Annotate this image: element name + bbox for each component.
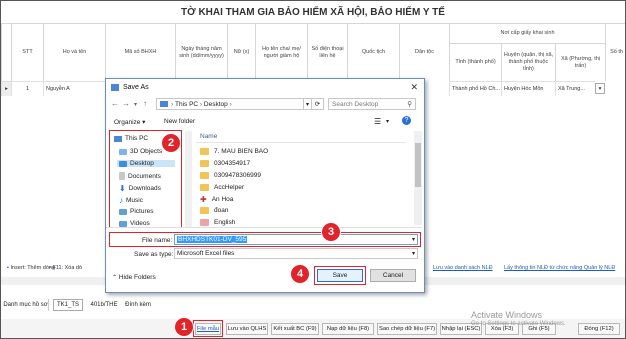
- ward-dropdown-button[interactable]: ▾: [595, 83, 605, 94]
- folder-icon: [200, 219, 209, 226]
- save-type-label: Save as type:: [134, 251, 174, 258]
- sao-chep-button[interactable]: Sao chép dữ liệu (F7): [377, 323, 437, 335]
- column-name-header[interactable]: Name: [200, 133, 217, 140]
- list-item[interactable]: đoan: [200, 207, 228, 214]
- dong-button[interactable]: Đóng (F12): [578, 323, 620, 335]
- new-folder-button[interactable]: New folder: [164, 118, 195, 125]
- page-title: TỜ KHAI THAM GIA BẢO HIỂM XÃ HỘI, BẢO HI…: [181, 7, 445, 18]
- list-item[interactable]: AccHelper: [200, 184, 244, 191]
- list-item[interactable]: 7. MAU BIEN BAO: [200, 148, 268, 155]
- link-save-employees[interactable]: Lưu vào danh sách NLĐ: [433, 265, 493, 271]
- view-dropdown-icon[interactable]: ▾: [386, 118, 389, 125]
- col-gender: Nữ (x): [227, 23, 255, 81]
- cell-name[interactable]: Nguyễn A: [43, 81, 105, 96]
- cell-ward[interactable]: Xã Trung...: [555, 81, 595, 96]
- annotation-badge-4: 4: [290, 264, 310, 284]
- annotation-badge-3: 3: [321, 222, 341, 242]
- luu-qlhs-button[interactable]: Lưu vào QLHS: [226, 323, 268, 335]
- list-item[interactable]: 0309478306999: [200, 172, 261, 179]
- tab-401b[interactable]: 401b/THE: [87, 299, 121, 311]
- refresh-icon[interactable]: ⟳: [312, 98, 324, 110]
- annotation-badge-1: 1: [174, 317, 194, 337]
- cell-district[interactable]: Huyện Hóc Môn: [501, 81, 555, 96]
- annotation-badge-2: 2: [161, 133, 181, 153]
- cancel-button[interactable]: Cancel: [370, 269, 416, 282]
- app-shortcut-icon: ✚: [200, 195, 207, 204]
- cell-province[interactable]: Thành phố Hồ Ch...: [449, 81, 501, 96]
- ket-xuat-button[interactable]: Kết xuất BC (F9): [271, 323, 319, 335]
- hint-f11: ▪ F11: Xóa dò: [49, 265, 83, 271]
- back-arrow-icon[interactable]: ←: [111, 99, 119, 108]
- tab-dinh-kem[interactable]: Đính kèm: [123, 299, 153, 311]
- watermark-line1: Activate Windows: [471, 310, 543, 320]
- header-divider: [196, 142, 406, 143]
- col-phone: Số điện thoại liên hệ: [307, 23, 347, 81]
- search-input[interactable]: Search Desktop ⚲: [328, 98, 416, 110]
- pc-icon: [160, 101, 168, 107]
- row-selector[interactable]: ▸: [1, 81, 11, 96]
- highlight-save: [314, 266, 366, 285]
- highlight-file-name: [109, 232, 421, 247]
- col-guardian: Họ tên cha/ mẹ/ người giám hộ: [255, 23, 307, 81]
- folder-icon: [200, 148, 209, 155]
- help-icon[interactable]: ?: [402, 116, 411, 125]
- dialog-toolbar: Organize ▾ New folder ☰ ▾ ?: [106, 115, 422, 129]
- highlight-file-mau: [193, 320, 223, 337]
- col-bhxh: Mã số BHXH: [105, 23, 175, 81]
- col-ethnicity: Dân tộc: [399, 23, 449, 81]
- col-nationality: Quốc tịch: [347, 23, 399, 81]
- folder-icon: [200, 160, 209, 167]
- col-province: Tỉnh (thành phố): [449, 43, 501, 81]
- col-stt: STT: [11, 23, 43, 81]
- search-icon: ⚲: [407, 101, 412, 108]
- divider: [106, 227, 422, 228]
- col-dob: Ngày tháng năm sinh (dd/mm/yyyy): [175, 23, 227, 81]
- list-item[interactable]: ✚ An Hoa: [200, 195, 233, 204]
- file-list: Name 7. MAU BIEN BAO 0304354917 03094783…: [196, 131, 416, 226]
- file-list-scrollbar[interactable]: [414, 131, 422, 225]
- link-get-employees[interactable]: Lấy thông tin NLĐ từ chức năng Quản lý N…: [504, 265, 615, 271]
- folder-icon: [200, 184, 209, 191]
- tab-tk1-ts[interactable]: TK1_TS: [53, 299, 83, 311]
- address-bar[interactable]: › This PC › Desktop ›: [156, 98, 304, 110]
- watermark-line2: Go to Settings to activate Windows.: [471, 321, 566, 327]
- dialog-title: Save As: [123, 83, 149, 91]
- col-birth-cert-group: Nơi cấp giấy khai sinh: [449, 23, 605, 43]
- dialog-titlebar: Save As: [106, 79, 424, 95]
- dialog-app-icon: [111, 83, 119, 91]
- breadcrumb-this-pc[interactable]: This PC: [175, 101, 198, 108]
- view-options-icon[interactable]: ☰: [374, 117, 381, 126]
- col-extra: Số th: [605, 23, 625, 81]
- folder-icon: [200, 207, 209, 214]
- chevron-up-icon: ⌃: [112, 275, 118, 281]
- grid-corner: [1, 23, 11, 81]
- address-dropdown-icon[interactable]: ▾: [304, 98, 312, 110]
- nap-du-lieu-button[interactable]: Nạp dữ liệu (F8): [322, 323, 374, 335]
- organize-menu[interactable]: Organize ▾: [114, 118, 145, 126]
- col-ward: Xã (Phường, thị trấn): [555, 43, 605, 81]
- tab-danh-muc[interactable]: Danh mục hồ sơ: [3, 299, 49, 311]
- col-name: Họ và tên: [43, 23, 105, 81]
- list-item[interactable]: 0304354917: [200, 160, 250, 167]
- col-district: Huyện (quận, thị xã, thành phố thuộc tỉn…: [501, 43, 555, 81]
- list-item[interactable]: English: [200, 219, 235, 226]
- cell-stt[interactable]: 1: [11, 81, 43, 96]
- breadcrumb-desktop[interactable]: Desktop: [204, 101, 228, 108]
- folder-icon: [200, 172, 209, 179]
- close-icon[interactable]: ✕: [410, 82, 418, 93]
- hint-insert: ▪ Insert: Thêm dòng: [7, 265, 56, 271]
- save-as-dialog: Save As ✕ ← → ▾ ↑ › This PC › Desktop › …: [105, 78, 425, 293]
- save-type-select[interactable]: Microsoft Excel files ▾: [174, 248, 418, 259]
- nav-scrollbar[interactable]: [185, 131, 192, 227]
- hide-folders-toggle[interactable]: ⌃ Hide Folders: [112, 274, 156, 281]
- chevron-down-icon[interactable]: ▾: [412, 250, 415, 257]
- forward-arrow-icon[interactable]: →: [122, 99, 130, 108]
- recent-dropdown-icon[interactable]: ▾: [134, 101, 137, 108]
- app-window: TỜ KHAI THAM GIA BẢO HIỂM XÃ HỘI, BẢO HI…: [0, 0, 626, 339]
- up-arrow-icon[interactable]: ↑: [143, 99, 147, 108]
